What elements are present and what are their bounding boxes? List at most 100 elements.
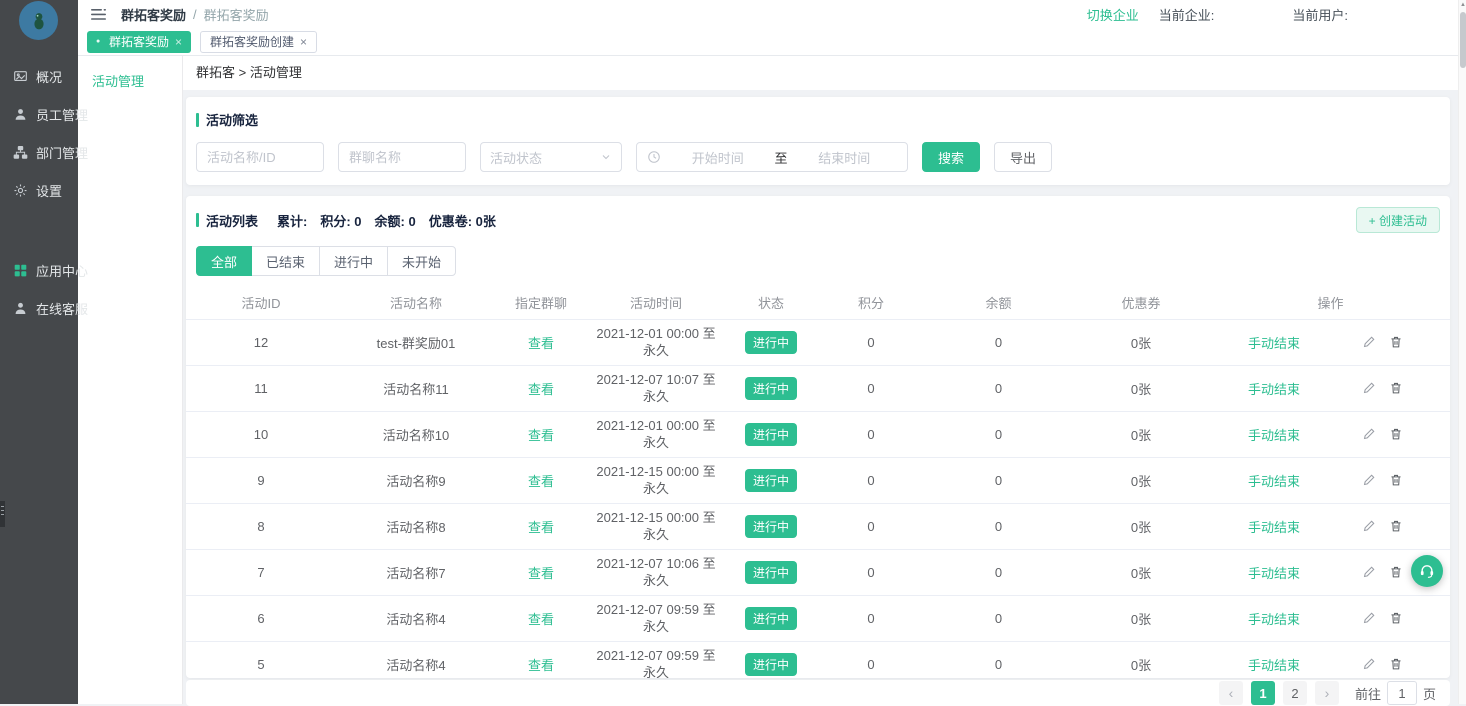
search-button[interactable]: 搜索 bbox=[922, 142, 980, 172]
scroll-up-icon[interactable]: ▲ bbox=[1459, 2, 1466, 8]
view-group-link[interactable]: 查看 bbox=[528, 474, 554, 489]
sidebar-collapse-handle[interactable] bbox=[0, 501, 5, 527]
activity-time-cell: 2021-12-07 10:07 至 永久 bbox=[586, 365, 726, 411]
time-end: 永久 bbox=[587, 572, 725, 589]
customer-service-button[interactable] bbox=[1411, 555, 1443, 587]
sidebar-item-department[interactable]: 部门管理 bbox=[0, 133, 78, 171]
time-end: 永久 bbox=[587, 664, 725, 678]
activity-time-cell: 2021-12-07 09:59 至 永久 bbox=[586, 595, 726, 641]
manual-end-link[interactable]: 手动结束 bbox=[1248, 471, 1300, 490]
sidebar-item-overview[interactable]: 概况 bbox=[0, 57, 78, 95]
breadcrumb-root[interactable]: 群拓客奖励 bbox=[121, 5, 186, 24]
scrollbar-thumb[interactable] bbox=[1460, 12, 1466, 68]
sidebar-item-label: 在线客服 bbox=[36, 299, 88, 318]
next-page-button[interactable]: › bbox=[1315, 681, 1339, 705]
activity-id-cell: 8 bbox=[257, 519, 264, 534]
tab-all[interactable]: 全部 bbox=[196, 246, 252, 276]
points-cell: 0 bbox=[867, 473, 874, 488]
table-row: 9 活动名称9 查看 2021-12-15 00:00 至 永久 进行中 0 0… bbox=[186, 457, 1450, 503]
sidebar-gap bbox=[0, 209, 78, 251]
start-time-placeholder[interactable]: 开始时间 bbox=[665, 148, 771, 167]
delete-icon[interactable] bbox=[1389, 381, 1403, 395]
delete-icon[interactable] bbox=[1389, 473, 1403, 487]
status-badge: 进行中 bbox=[745, 377, 797, 400]
coupons-cell: 0张 bbox=[1131, 474, 1151, 489]
date-range-picker[interactable]: 开始时间 至 结束时间 bbox=[636, 142, 908, 172]
view-group-link[interactable]: 查看 bbox=[528, 566, 554, 581]
workspace-tab-active[interactable]: ● 群拓客奖励 × bbox=[87, 31, 191, 53]
filter-title-text: 活动筛选 bbox=[206, 110, 258, 129]
view-group-link[interactable]: 查看 bbox=[528, 520, 554, 535]
balance-cell: 0 bbox=[995, 611, 1002, 626]
select-placeholder: 活动状态 bbox=[490, 148, 542, 167]
delete-icon[interactable] bbox=[1389, 335, 1403, 349]
table-row: 11 活动名称11 查看 2021-12-07 10:07 至 永久 进行中 0… bbox=[186, 365, 1450, 411]
edit-icon[interactable] bbox=[1362, 473, 1376, 487]
view-group-link[interactable]: 查看 bbox=[528, 658, 554, 673]
manual-end-link[interactable]: 手动结束 bbox=[1248, 655, 1300, 674]
list-title-text: 活动列表 bbox=[206, 211, 258, 230]
delete-icon[interactable] bbox=[1389, 427, 1403, 441]
vertical-scrollbar[interactable]: ▲ bbox=[1458, 0, 1466, 704]
tab-not-started[interactable]: 未开始 bbox=[387, 246, 456, 276]
view-group-link[interactable]: 查看 bbox=[528, 428, 554, 443]
current-company-label: 当前企业: bbox=[1159, 5, 1215, 24]
status-badge: 进行中 bbox=[745, 423, 797, 446]
workspace-tab[interactable]: 群拓客奖励创建 × bbox=[200, 31, 317, 53]
end-time-placeholder[interactable]: 结束时间 bbox=[792, 148, 898, 167]
breadcrumb: 群拓客奖励 / 群拓客奖励 bbox=[121, 5, 269, 24]
view-group-link[interactable]: 查看 bbox=[528, 612, 554, 627]
close-icon[interactable]: × bbox=[300, 35, 307, 49]
tab-in-progress[interactable]: 进行中 bbox=[319, 246, 388, 276]
manual-end-link[interactable]: 手动结束 bbox=[1248, 333, 1300, 352]
activity-id-cell: 11 bbox=[254, 381, 268, 396]
manual-end-link[interactable]: 手动结束 bbox=[1248, 563, 1300, 582]
prev-page-button[interactable]: ‹ bbox=[1219, 681, 1243, 705]
switch-company-link[interactable]: 切换企业 bbox=[1087, 5, 1139, 24]
filter-row: 活动状态 开始时间 至 结束时间 搜索 导出 bbox=[186, 129, 1450, 172]
tab-ended[interactable]: 已结束 bbox=[251, 246, 320, 276]
edit-icon[interactable] bbox=[1362, 427, 1376, 441]
staff-icon bbox=[13, 107, 28, 122]
sidebar-item-app-center[interactable]: 应用中心 bbox=[0, 251, 78, 289]
view-group-link[interactable]: 查看 bbox=[528, 336, 554, 351]
edit-icon[interactable] bbox=[1362, 565, 1376, 579]
manual-end-link[interactable]: 手动结束 bbox=[1248, 517, 1300, 536]
activity-name-input[interactable] bbox=[196, 142, 324, 172]
create-activity-button[interactable]: + 创建活动 bbox=[1356, 207, 1440, 233]
col-activity-id: 活动ID bbox=[186, 287, 336, 319]
activity-status-select[interactable]: 活动状态 bbox=[480, 142, 622, 172]
delete-icon[interactable] bbox=[1389, 565, 1403, 579]
sidebar-item-settings[interactable]: 设置 bbox=[0, 171, 78, 209]
status-badge: 进行中 bbox=[745, 469, 797, 492]
edit-icon[interactable] bbox=[1362, 657, 1376, 671]
delete-icon[interactable] bbox=[1389, 611, 1403, 625]
activity-name-cell: 活动名称8 bbox=[386, 520, 445, 535]
page-button-2[interactable]: 2 bbox=[1283, 681, 1307, 705]
collapse-menu-icon[interactable] bbox=[91, 8, 106, 21]
activity-time-cell: 2021-12-07 09:59 至 永久 bbox=[586, 641, 726, 678]
manual-end-link[interactable]: 手动结束 bbox=[1248, 609, 1300, 628]
sidebar-item-online-service[interactable]: 在线客服 bbox=[0, 289, 78, 327]
submenu-item-activity-management[interactable]: 活动管理 bbox=[78, 56, 182, 90]
close-icon[interactable]: × bbox=[175, 35, 182, 49]
export-button[interactable]: 导出 bbox=[994, 142, 1052, 172]
delete-icon[interactable] bbox=[1389, 657, 1403, 671]
activity-id-cell: 7 bbox=[257, 565, 264, 580]
group-name-input[interactable] bbox=[338, 142, 466, 172]
sidebar-item-staff[interactable]: 员工管理 bbox=[0, 95, 78, 133]
goto-page-input[interactable] bbox=[1387, 681, 1417, 705]
delete-icon[interactable] bbox=[1389, 519, 1403, 533]
manual-end-link[interactable]: 手动结束 bbox=[1248, 379, 1300, 398]
status-badge: 进行中 bbox=[745, 653, 797, 676]
time-end: 永久 bbox=[587, 480, 725, 497]
edit-icon[interactable] bbox=[1362, 519, 1376, 533]
edit-icon[interactable] bbox=[1362, 335, 1376, 349]
edit-icon[interactable] bbox=[1362, 611, 1376, 625]
goto-page: 前往 页 bbox=[1355, 681, 1436, 705]
page-button-1[interactable]: 1 bbox=[1251, 681, 1275, 705]
view-group-link[interactable]: 查看 bbox=[528, 382, 554, 397]
manual-end-link[interactable]: 手动结束 bbox=[1248, 425, 1300, 444]
edit-icon[interactable] bbox=[1362, 381, 1376, 395]
balance-cell: 0 bbox=[995, 335, 1002, 350]
